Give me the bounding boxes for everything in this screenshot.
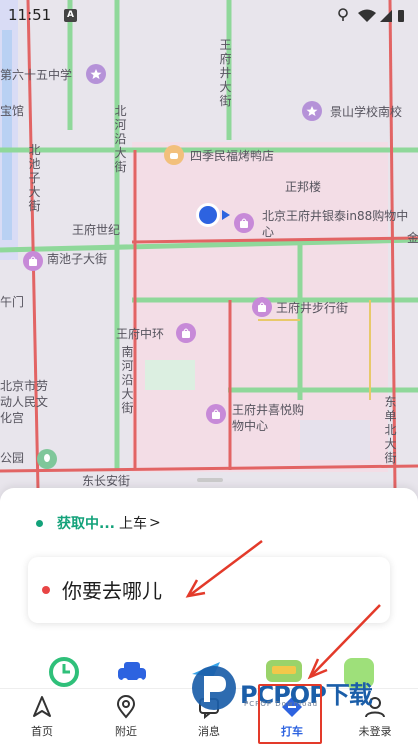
tab-home-label: 首页 bbox=[31, 725, 53, 738]
wifi-status-icon bbox=[358, 9, 376, 22]
map-label-zhonghuan: 王府中环 bbox=[116, 327, 165, 341]
tab-profile-label: 未登录 bbox=[358, 725, 392, 738]
tab-home[interactable]: 首页 bbox=[4, 689, 80, 745]
map-label-walking-street: 王府井步行街 bbox=[276, 301, 349, 315]
car-phone-icon bbox=[118, 662, 146, 684]
tab-nearby[interactable]: 附近 bbox=[88, 689, 164, 745]
map-label-zhengbang: 正邦楼 bbox=[285, 180, 322, 194]
shopping-poi-icon[interactable] bbox=[206, 404, 226, 424]
notification-badge-icon: A bbox=[64, 9, 77, 22]
battery-status-icon bbox=[398, 10, 404, 22]
navigation-arrow-icon bbox=[33, 696, 51, 717]
map-label-edge-jin: 金 bbox=[407, 231, 418, 245]
map-label-dongchangan: 东长安街 bbox=[82, 474, 131, 488]
tab-messages-label: 消息 bbox=[198, 725, 220, 738]
signal-status-icon bbox=[380, 10, 392, 22]
map-pin-icon bbox=[116, 695, 136, 719]
map-label-laodong: 北京市劳动人民文化宫 bbox=[0, 379, 49, 425]
map-label-beiheyan: 北河沿大街 bbox=[114, 104, 127, 174]
pickup-label: 上车 bbox=[118, 516, 147, 532]
shopping-poi-icon[interactable] bbox=[252, 297, 272, 317]
status-icons bbox=[338, 8, 404, 22]
destination-placeholder: 你要去哪儿 bbox=[62, 579, 162, 603]
map-label-jingshan: 景山学校南校 bbox=[330, 105, 403, 119]
map-view[interactable]: 第六十五中学 宝馆 王府井大街 景山学校南校 北河沿大街 四季民福烤鸭店 北池子… bbox=[0, 0, 418, 500]
map-label-yintai: 北京王府井银泰in88购物中心 bbox=[262, 209, 409, 239]
service-timer[interactable] bbox=[46, 654, 86, 690]
map-label-park: 公园 bbox=[0, 451, 25, 465]
map-label-wumen: 午门 bbox=[0, 295, 25, 309]
tab-nearby-label: 附近 bbox=[115, 725, 137, 738]
shopping-poi-icon[interactable] bbox=[176, 323, 196, 343]
map-label-edge: 宝馆 bbox=[0, 104, 25, 118]
location-status-icon bbox=[338, 8, 348, 21]
map-label-nanheyan: 南河沿大街 bbox=[121, 345, 134, 415]
sheet-drag-handle[interactable] bbox=[197, 478, 223, 482]
timer-icon bbox=[49, 657, 79, 687]
school-poi-icon[interactable] bbox=[302, 101, 322, 121]
status-bar: 11:51 A bbox=[0, 0, 418, 30]
restaurant-poi-icon[interactable] bbox=[164, 145, 184, 165]
destination-input[interactable]: 你要去哪儿 bbox=[28, 557, 390, 623]
map-label-xinyue: 王府井喜悦购物中心 bbox=[232, 403, 305, 433]
pickup-status: 获取中... bbox=[57, 516, 115, 532]
school-poi-icon[interactable] bbox=[86, 64, 106, 84]
map-label-wangfushiji: 王府世纪 bbox=[72, 223, 121, 237]
map-label-beichizi: 北池子大街 bbox=[28, 143, 41, 213]
shopping-poi-icon[interactable] bbox=[234, 213, 254, 233]
current-location-icon[interactable] bbox=[194, 200, 230, 230]
destination-dot-icon bbox=[42, 586, 50, 594]
chevron-right-icon: > bbox=[148, 515, 161, 531]
shopping-poi-icon[interactable] bbox=[23, 251, 43, 271]
map-label-dongdan: 东单北大街 bbox=[384, 395, 397, 465]
map-label-school: 第六十五中学 bbox=[0, 68, 73, 82]
map-label-nanchizi: 南池子大街 bbox=[47, 252, 108, 266]
service-car-phone[interactable] bbox=[114, 654, 154, 690]
status-time: 11:51 bbox=[8, 6, 52, 24]
park-poi-icon[interactable] bbox=[37, 449, 57, 469]
pickup-location-row[interactable]: 获取中... 上车 > bbox=[36, 513, 161, 533]
map-label-siji: 四季民福烤鸭店 bbox=[190, 149, 275, 163]
tab-highlight-box bbox=[258, 684, 322, 744]
map-label-wangfujing: 王府井大街 bbox=[219, 38, 232, 108]
pickup-dot-icon bbox=[36, 519, 43, 527]
